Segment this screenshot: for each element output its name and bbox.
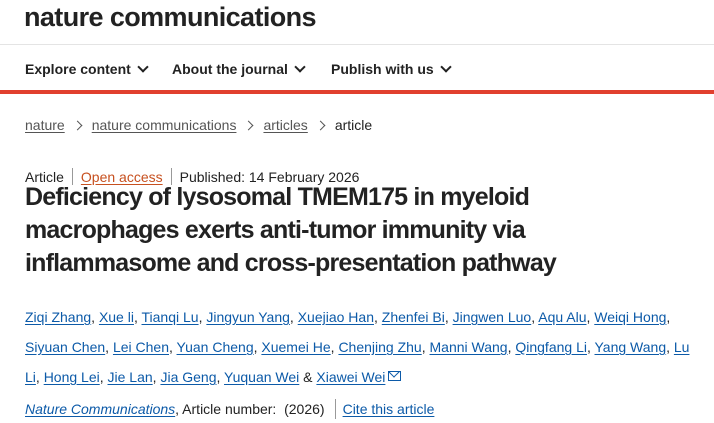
author-link[interactable]: Xue li — [99, 309, 134, 325]
author-link[interactable]: Yang Wang — [595, 339, 667, 355]
author-link[interactable]: Hong Lei — [44, 369, 100, 385]
nav-item-label: Publish with us — [331, 61, 434, 77]
cite-article-link[interactable]: Cite this article — [343, 401, 435, 417]
nav-explore-content[interactable]: Explore content — [25, 61, 149, 77]
author-link[interactable]: Jie Lan — [108, 369, 153, 385]
author-link[interactable]: Yuan Cheng — [177, 339, 254, 355]
chevron-down-icon — [137, 61, 149, 73]
author-link[interactable]: Siyuan Chen — [25, 339, 105, 355]
author-link[interactable]: Jingyun Yang — [206, 309, 290, 325]
journal-logo[interactable]: nature communications — [24, 2, 317, 33]
chevron-down-icon — [440, 61, 452, 73]
author-link[interactable]: Yuquan Wei — [224, 369, 299, 385]
author-link[interactable]: Weiqi Hong — [594, 309, 666, 325]
article-title: Deficiency of lysosomal TMEM175 in myelo… — [25, 183, 557, 277]
breadcrumb: nature nature communications articles ar… — [25, 117, 372, 133]
chevron-right-icon — [72, 120, 83, 130]
author-link[interactable]: Xiawei Wei — [316, 369, 385, 385]
mail-icon[interactable] — [388, 371, 402, 381]
author-link[interactable]: Lei Chen — [113, 339, 169, 355]
author-link[interactable]: Tianqi Lu — [142, 309, 199, 325]
author-link[interactable]: Jia Geng — [160, 369, 216, 385]
author-link[interactable]: Xuejiao Han — [298, 309, 374, 325]
author-link[interactable]: Xuemei He — [261, 339, 330, 355]
breadcrumb-current: article — [334, 117, 373, 133]
nav-item-label: About the journal — [172, 61, 288, 77]
breadcrumb-link-nature[interactable]: nature — [25, 117, 65, 133]
author-link[interactable]: Ziqi Zhang — [25, 309, 91, 325]
author-link[interactable]: Chenjing Zhu — [338, 339, 421, 355]
author-link[interactable]: Jingwen Luo — [453, 309, 532, 325]
nav-publish-with-us[interactable]: Publish with us — [331, 61, 452, 77]
chevron-right-icon — [244, 120, 254, 130]
author-link[interactable]: Qingfang Li — [515, 339, 587, 355]
article-number: , Article number: (2026) — [175, 401, 325, 417]
main-nav: Explore content About the journal Publis… — [0, 44, 714, 94]
nav-item-label: Explore content — [25, 61, 131, 77]
author-link[interactable]: Zhenfei Bi — [382, 309, 445, 325]
chevron-right-icon — [315, 120, 326, 130]
divider — [334, 399, 336, 419]
author-link[interactable]: Aqu Alu — [538, 309, 586, 325]
nav-about-journal[interactable]: About the journal — [172, 61, 306, 77]
citation-row: Nature Communications , Article number: … — [25, 399, 434, 419]
author-list: Ziqi Zhang, Xue li, Tianqi Lu, Jingyun Y… — [25, 309, 690, 385]
author-link[interactable]: Manni Wang — [430, 339, 508, 355]
breadcrumb-link-articles[interactable]: articles — [263, 117, 307, 133]
journal-link[interactable]: Nature Communications — [25, 401, 175, 417]
chevron-down-icon — [294, 61, 306, 73]
breadcrumb-link-nature-communications[interactable]: nature communications — [92, 117, 237, 133]
